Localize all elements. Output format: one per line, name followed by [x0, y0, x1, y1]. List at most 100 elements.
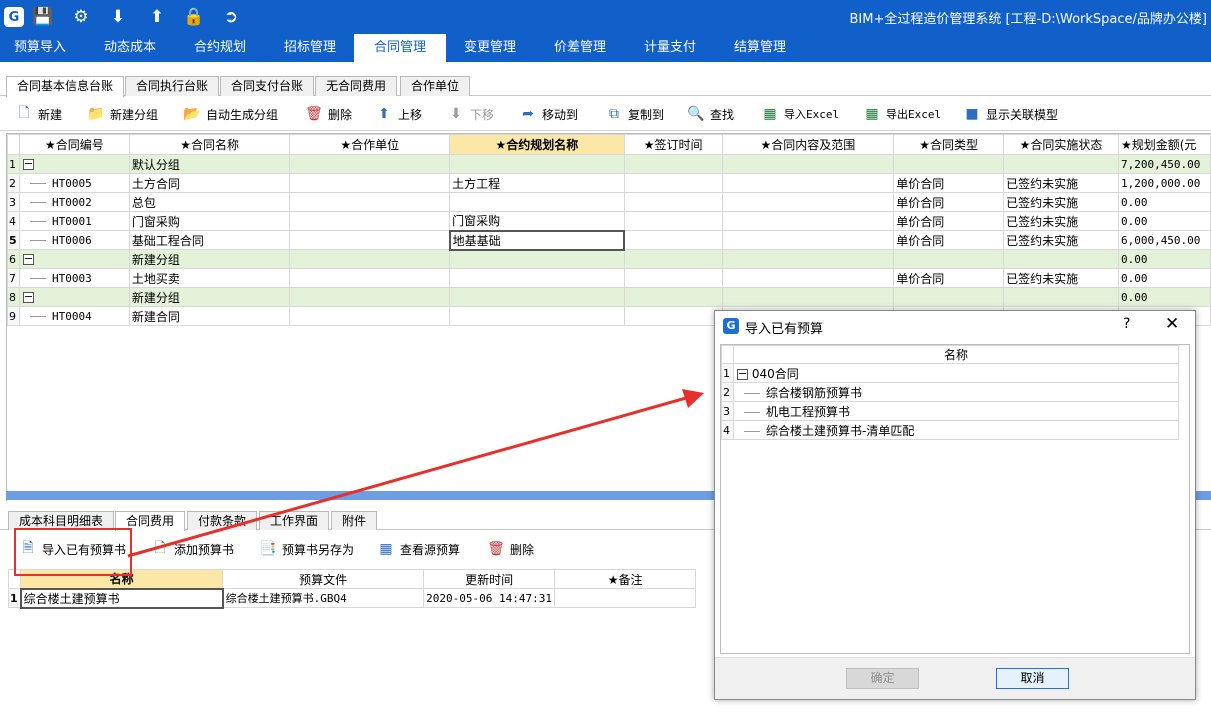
column-header[interactable]: ★合同编号	[18, 134, 130, 155]
content-scope-cell[interactable]	[721, 249, 895, 269]
partner-cell[interactable]	[289, 268, 451, 288]
table-row[interactable]: 5 HT0006 基础工程合同 地基基础 单价合同 已签约未实施 6,000,450.00	[7, 229, 1211, 251]
column-header[interactable]: 更新时间	[423, 569, 556, 589]
cancel-button[interactable]: 取消	[996, 668, 1069, 689]
export-excel-button[interactable]: ▦ 导出Excel	[862, 103, 941, 125]
status-cell[interactable]	[1003, 287, 1119, 307]
tree-item-row[interactable]: 2 综合楼钢筋预算书	[721, 382, 1179, 402]
contract-type-cell[interactable]: 单价合同	[893, 211, 1005, 231]
close-icon[interactable]: ✕	[1165, 314, 1179, 334]
contract-code-cell[interactable]: HT0001	[18, 211, 130, 231]
contract-name-cell[interactable]: 门窗采购	[128, 211, 291, 231]
tree-node[interactable]: − 040合同	[733, 363, 1179, 383]
partner-cell[interactable]	[289, 154, 451, 174]
sign-date-cell[interactable]	[623, 287, 723, 307]
collapse-toggle-icon[interactable]: −	[737, 368, 748, 380]
sign-date-cell[interactable]	[623, 268, 723, 288]
menu-contract-management[interactable]: 合同管理	[354, 34, 446, 63]
group-name-cell[interactable]: 默认分组	[128, 154, 291, 174]
sign-date-cell[interactable]	[623, 306, 723, 326]
column-header[interactable]: ★合作单位	[289, 134, 451, 155]
plan-name-cell[interactable]	[449, 192, 625, 212]
tab-work-interface[interactable]: 工作界面	[259, 511, 330, 530]
column-header[interactable]: ★合同实施状态	[1003, 134, 1119, 155]
menu-change-management[interactable]: 变更管理	[448, 34, 532, 62]
table-row[interactable]: 2 HT0005 土方合同 土方工程 单价合同 已签约未实施 1,200,000.00	[7, 173, 1211, 193]
menu-dynamic-cost[interactable]: 动态成本	[88, 34, 172, 62]
import-excel-button[interactable]: ▦ 导入Excel	[760, 103, 839, 125]
tab-partners[interactable]: 合作单位	[400, 76, 471, 96]
plan-name-cell[interactable]	[449, 249, 625, 269]
contract-name-cell[interactable]: 新建合同	[128, 306, 291, 326]
status-cell[interactable]: 已签约未实施	[1003, 211, 1119, 231]
contract-name-cell[interactable]: 土地买卖	[128, 268, 291, 288]
status-cell[interactable]: 已签约未实施	[1003, 230, 1119, 250]
contract-name-cell[interactable]: 基础工程合同	[128, 230, 291, 250]
content-scope-cell[interactable]	[721, 211, 895, 231]
menu-price-diff[interactable]: 价差管理	[538, 34, 622, 62]
planned-amount-cell[interactable]: 0.00	[1117, 192, 1211, 212]
budget-file-cell[interactable]: 综合楼土建预算书.GBQ4	[222, 588, 425, 608]
partner-cell[interactable]	[289, 230, 451, 250]
tree-item-row[interactable]: 4 综合楼土建预算书-清单匹配	[721, 420, 1179, 440]
contract-type-cell[interactable]: 单价合同	[893, 230, 1005, 250]
planned-amount-cell[interactable]: 1,200,000.00	[1117, 173, 1211, 193]
planned-amount-cell[interactable]: 0.00	[1117, 268, 1211, 288]
column-header[interactable]: ★备注	[554, 569, 697, 589]
new-button[interactable]: 🗋 新建	[14, 103, 62, 125]
plan-name-cell[interactable]: 土方工程	[449, 173, 625, 193]
group-row[interactable]: 1− 默认分组 7,200,450.00	[7, 154, 1211, 174]
partner-cell[interactable]	[289, 211, 451, 231]
contract-name-cell[interactable]: 土方合同	[128, 173, 291, 193]
sign-date-cell[interactable]	[623, 154, 723, 174]
group-row[interactable]: 6− 新建分组 0.00	[7, 249, 1211, 269]
planned-amount-cell[interactable]: 0.00	[1117, 287, 1211, 307]
budget-name-cell[interactable]: 综合楼土建预算书	[19, 587, 224, 609]
planned-amount-cell[interactable]: 0.00	[1117, 249, 1211, 269]
move-up-button[interactable]: ⬆ 上移	[374, 103, 422, 125]
exit-icon[interactable]: ➲	[220, 6, 242, 28]
delete-button[interactable]: 🗑 删除	[304, 103, 352, 125]
collapse-toggle-icon[interactable]: −	[22, 253, 34, 265]
sign-date-cell[interactable]	[623, 230, 723, 250]
partner-cell[interactable]	[289, 173, 451, 193]
partner-cell[interactable]	[289, 287, 451, 307]
column-header[interactable]: ★合同名称	[128, 134, 291, 155]
delete-budget-button[interactable]: 🗑 删除	[486, 538, 534, 560]
menu-measure-payment[interactable]: 计量支付	[628, 34, 712, 62]
contract-name-cell[interactable]: 总包	[128, 192, 291, 212]
upload-icon[interactable]: ⬆	[146, 6, 168, 28]
tab-contract-execution-ledger[interactable]: 合同执行台账	[125, 76, 220, 96]
column-header[interactable]: 预算文件	[222, 569, 425, 589]
plan-name-cell[interactable]	[449, 287, 625, 307]
settings-icon[interactable]: ⚙	[70, 6, 92, 28]
move-to-button[interactable]: ➦ 移动到	[518, 103, 578, 125]
update-time-cell[interactable]: 2020-05-06 14:47:31	[423, 588, 556, 608]
column-header[interactable]: ★合同内容及范围	[721, 134, 895, 155]
download-icon[interactable]: ⬇	[107, 6, 129, 28]
contract-type-cell[interactable]: 单价合同	[893, 268, 1005, 288]
lock-icon[interactable]: 🔒	[183, 6, 205, 28]
contract-code-cell[interactable]: HT0004	[18, 306, 130, 326]
plan-name-cell[interactable]	[449, 306, 625, 326]
sign-date-cell[interactable]	[623, 249, 723, 269]
content-scope-cell[interactable]	[721, 230, 895, 250]
auto-group-button[interactable]: 📂 自动生成分组	[182, 103, 278, 125]
view-source-budget-button[interactable]: ▦ 查看源预算	[376, 538, 460, 560]
group-toggle-cell[interactable]: −	[18, 249, 130, 269]
tree-node[interactable]: 机电工程预算书	[733, 401, 1179, 421]
content-scope-cell[interactable]	[721, 173, 895, 193]
note-cell[interactable]	[554, 588, 697, 608]
copy-to-button[interactable]: ⧉ 复制到	[604, 103, 664, 125]
menu-budget-import[interactable]: 预算导入	[0, 34, 80, 62]
menu-bidding[interactable]: 招标管理	[268, 34, 352, 62]
plan-name-cell[interactable]: 门窗采购	[449, 211, 625, 231]
tab-attachments[interactable]: 附件	[331, 511, 378, 530]
add-budget-button[interactable]: 🗋 添加预算书	[150, 538, 234, 560]
save-icon[interactable]: 💾	[32, 6, 54, 28]
save-budget-as-button[interactable]: 📑 预算书另存为	[258, 538, 354, 560]
group-toggle-cell[interactable]: −	[18, 154, 130, 174]
status-cell[interactable]: 已签约未实施	[1003, 192, 1119, 212]
move-down-button[interactable]: ⬇ 下移	[446, 103, 494, 125]
table-row[interactable]: 3 HT0002 总包 单价合同 已签约未实施 0.00	[7, 192, 1211, 212]
